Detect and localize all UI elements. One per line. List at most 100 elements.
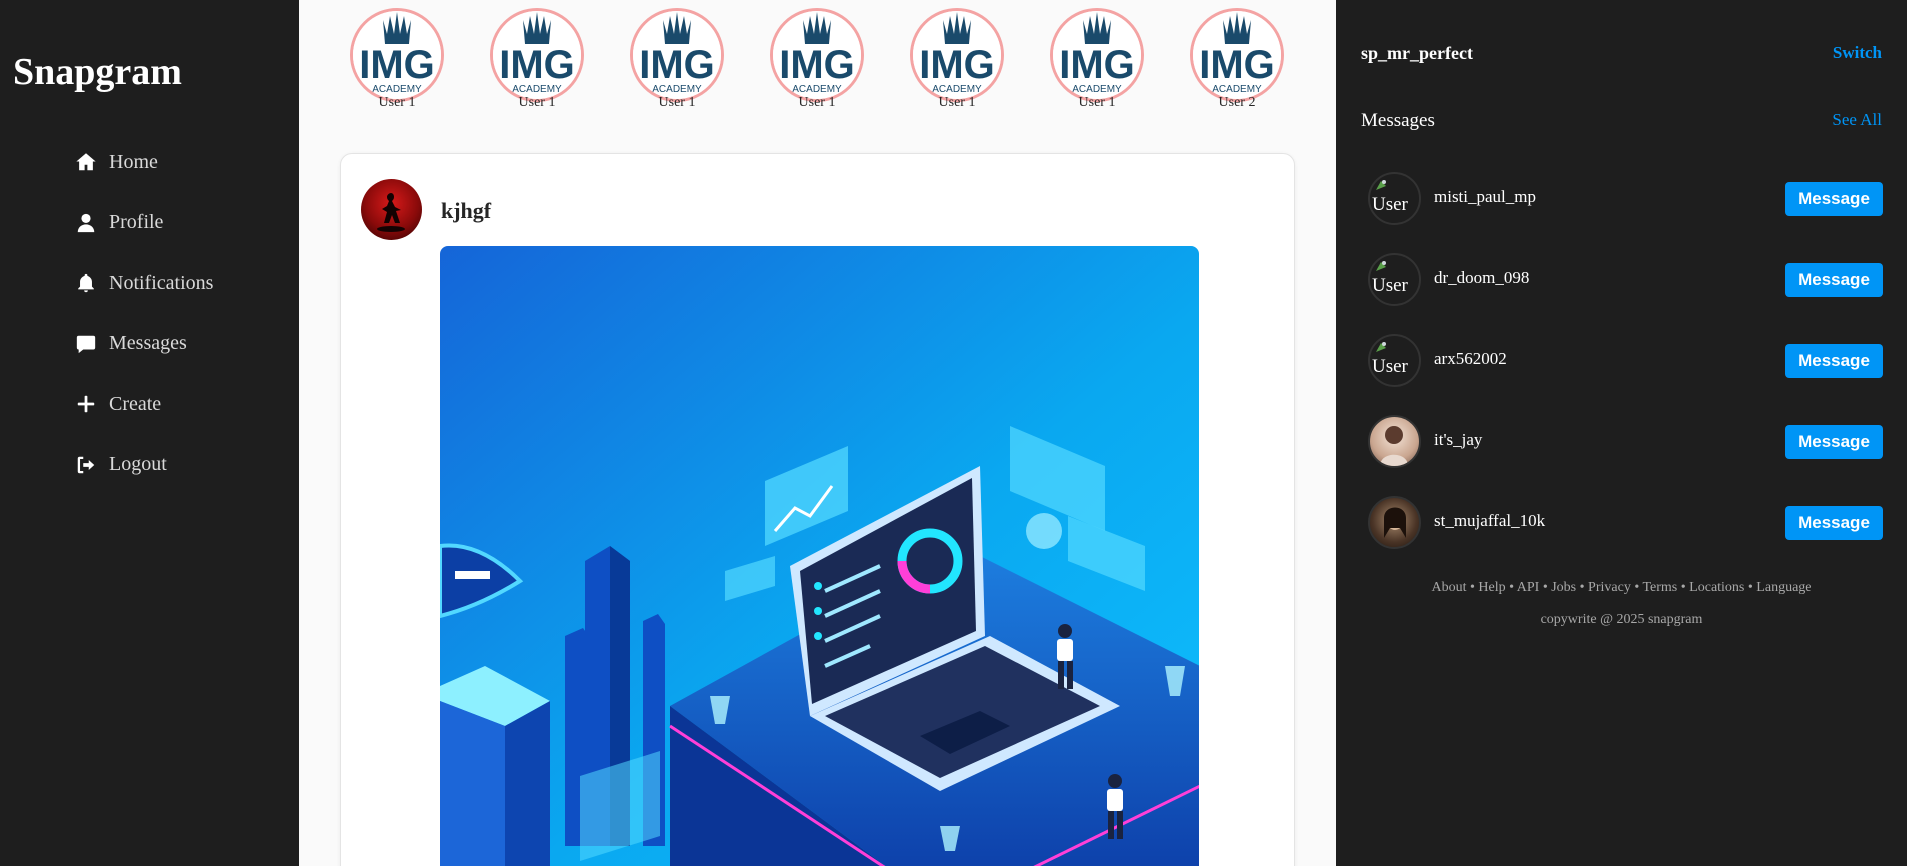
message-button[interactable]: Message <box>1785 182 1883 216</box>
post-card: kjhgf <box>340 153 1295 866</box>
footer-separator: • <box>1630 580 1643 595</box>
copyright-text: copywrite @ 2025 snapgram <box>1540 612 1703 627</box>
story-avatar: IMG ACADEMY <box>490 8 584 102</box>
img-academy-logo: IMG ACADEMY <box>633 11 721 99</box>
avatar[interactable]: User <box>1368 334 1421 387</box>
footer-link[interactable]: Jobs <box>1551 580 1576 595</box>
post-author-username[interactable]: kjhgf <box>441 198 491 224</box>
nav-item-label: Home <box>109 150 158 173</box>
footer-link[interactable]: Locations <box>1689 580 1744 595</box>
story-username: User 1 <box>378 95 416 110</box>
avatar-alt-text: User <box>1372 275 1408 296</box>
svg-text:IMG: IMG <box>1199 43 1275 87</box>
contact-row: st_mujaffal_10k Message <box>1368 494 1883 575</box>
svg-text:ACADEMY: ACADEMY <box>652 84 702 95</box>
story-avatar: IMG ACADEMY <box>1050 8 1144 102</box>
footer-link[interactable]: Privacy <box>1588 580 1631 595</box>
avatar[interactable] <box>1368 496 1421 549</box>
footer-separator: • <box>1744 580 1757 595</box>
svg-text:ACADEMY: ACADEMY <box>512 84 562 95</box>
see-all-link[interactable]: See All <box>1832 110 1882 130</box>
story-item[interactable]: IMG ACADEMY User 1 <box>487 8 587 111</box>
broken-image-icon <box>1376 342 1386 352</box>
avatar[interactable] <box>1368 415 1421 468</box>
post-image[interactable] <box>440 246 1199 866</box>
laptop-analytics-illustration <box>440 246 1199 866</box>
nav-item-label: Notifications <box>109 271 214 294</box>
nav-item-home[interactable]: Home <box>73 132 213 193</box>
silhouette-figure-icon <box>377 193 405 232</box>
nav-item-label: Messages <box>109 332 187 355</box>
story-avatar: IMG ACADEMY <box>350 8 444 102</box>
story-item[interactable]: IMG ACADEMY User 1 <box>907 8 1007 111</box>
logout-icon <box>73 452 99 478</box>
feed: IMG ACADEMY User 1 IMG ACADEMY User 1 IM… <box>299 0 1336 866</box>
footer-links: About • Help • API • Jobs • Privacy • Te… <box>1336 580 1907 596</box>
person-photo <box>1384 507 1406 538</box>
story-username: User 1 <box>518 95 556 110</box>
nav-item-logout[interactable]: Logout <box>73 435 213 496</box>
avatar-alt-text: User <box>1372 194 1408 215</box>
svg-text:ACADEMY: ACADEMY <box>792 84 842 95</box>
img-academy-logo: IMG ACADEMY <box>1193 11 1281 99</box>
story-item[interactable]: IMG ACADEMY User 1 <box>347 8 447 111</box>
footer-separator: • <box>1576 580 1589 595</box>
story-avatar: IMG ACADEMY <box>910 8 1004 102</box>
bell-icon <box>73 270 99 296</box>
svg-text:IMG: IMG <box>359 43 435 87</box>
contact-username[interactable]: dr_doom_098 <box>1434 268 1529 288</box>
footer-separator: • <box>1677 580 1690 595</box>
avatar[interactable]: User <box>1368 253 1421 306</box>
story-item[interactable]: IMG ACADEMY User 1 <box>627 8 727 111</box>
img-academy-logo: IMG ACADEMY <box>773 11 861 99</box>
switch-account-link[interactable]: Switch <box>1833 43 1882 63</box>
svg-text:ACADEMY: ACADEMY <box>372 84 422 95</box>
svg-text:IMG: IMG <box>919 43 995 87</box>
contact-username[interactable]: misti_paul_mp <box>1434 187 1536 207</box>
svg-text:IMG: IMG <box>779 43 855 87</box>
contact-username[interactable]: st_mujaffal_10k <box>1434 511 1545 531</box>
avatar-alt-text: User <box>1372 356 1408 377</box>
footer-separator: • <box>1505 580 1517 595</box>
broken-image-icon <box>1376 180 1386 190</box>
contact-row: User arx562002 Message <box>1368 332 1883 413</box>
message-button[interactable]: Message <box>1785 344 1883 378</box>
img-academy-logo: IMG ACADEMY <box>493 11 581 99</box>
footer-link[interactable]: Language <box>1756 580 1811 595</box>
story-item[interactable]: IMG ACADEMY User 1 <box>767 8 867 111</box>
left-sidebar: Snapgram Home Profile Notifications Mess… <box>0 0 299 866</box>
story-avatar: IMG ACADEMY <box>1190 8 1284 102</box>
current-username[interactable]: sp_mr_perfect <box>1361 43 1473 64</box>
svg-text:ACADEMY: ACADEMY <box>1212 84 1262 95</box>
post-author-avatar[interactable] <box>361 179 422 240</box>
story-item[interactable]: IMG ACADEMY User 1 <box>1047 8 1147 111</box>
contact-username[interactable]: arx562002 <box>1434 349 1507 369</box>
nav-item-create[interactable]: Create <box>73 374 213 435</box>
footer-link[interactable]: API <box>1517 580 1540 595</box>
footer-link[interactable]: About <box>1432 580 1467 595</box>
nav-item-messages[interactable]: Messages <box>73 314 213 375</box>
footer-link[interactable]: Terms <box>1642 580 1677 595</box>
nav-item-notifications[interactable]: Notifications <box>73 253 213 314</box>
story-username: User 2 <box>1218 95 1256 110</box>
svg-text:IMG: IMG <box>499 43 575 87</box>
message-button[interactable]: Message <box>1785 506 1883 540</box>
avatar[interactable]: User <box>1368 172 1421 225</box>
broken-image-icon <box>1376 261 1386 271</box>
message-button[interactable]: Message <box>1785 263 1883 297</box>
stories-bar: IMG ACADEMY User 1 IMG ACADEMY User 1 IM… <box>299 0 1336 125</box>
img-academy-logo: IMG ACADEMY <box>353 11 441 99</box>
footer-link[interactable]: Help <box>1478 580 1505 595</box>
img-academy-logo: IMG ACADEMY <box>1053 11 1141 99</box>
nav-item-profile[interactable]: Profile <box>73 193 213 254</box>
contact-username[interactable]: it's_jay <box>1434 430 1482 450</box>
svg-text:ACADEMY: ACADEMY <box>932 84 982 95</box>
message-button[interactable]: Message <box>1785 425 1883 459</box>
story-username: User 1 <box>658 95 696 110</box>
svg-text:ACADEMY: ACADEMY <box>1072 84 1122 95</box>
footer-separator: • <box>1466 580 1479 595</box>
story-item[interactable]: IMG ACADEMY User 2 <box>1187 8 1287 111</box>
footer-separator: • <box>1539 580 1552 595</box>
brand-logo[interactable]: Snapgram <box>13 50 182 94</box>
story-username: User 1 <box>938 95 976 110</box>
